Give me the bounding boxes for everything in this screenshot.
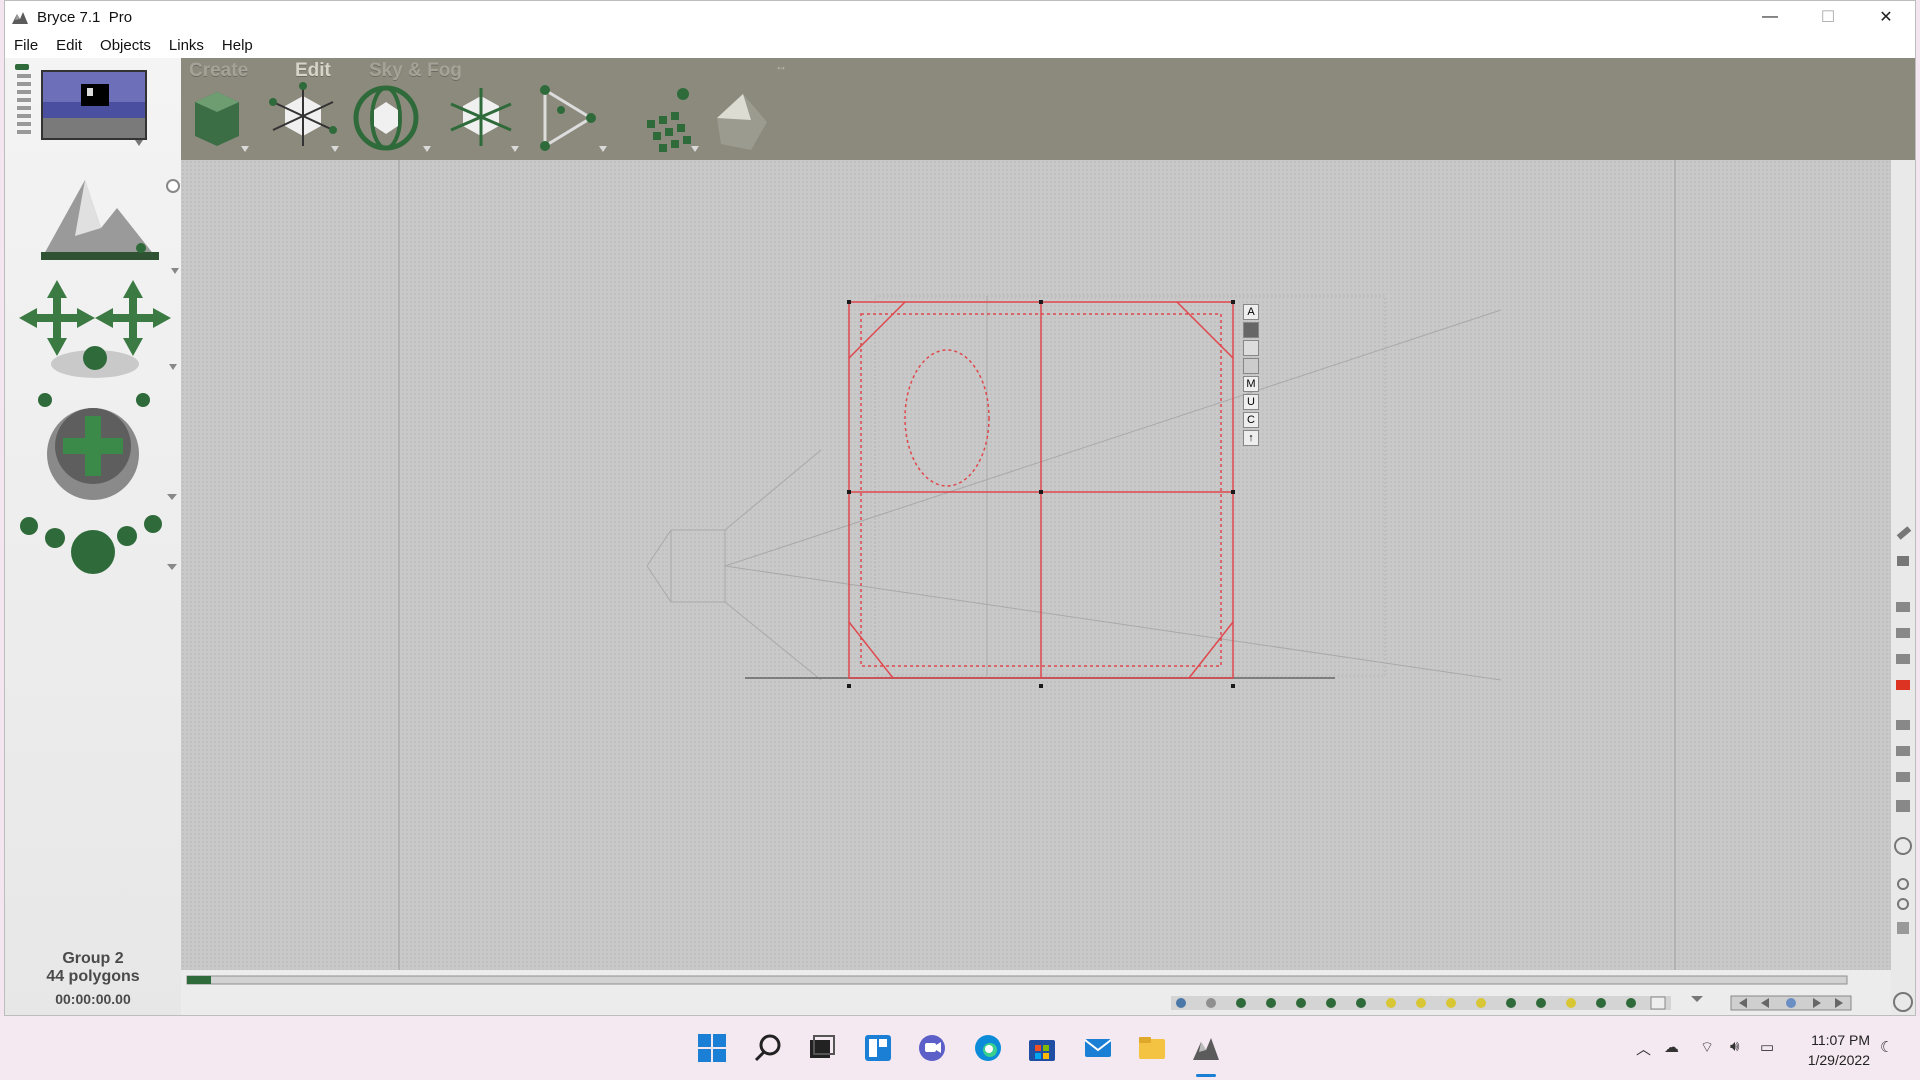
widgets-icon[interactable] bbox=[862, 1032, 894, 1064]
reposition-tool-icon[interactable] bbox=[450, 88, 519, 152]
menu-file[interactable]: File bbox=[5, 37, 47, 54]
sun-control-spheres[interactable] bbox=[20, 515, 177, 574]
land-button[interactable]: ↑ bbox=[1243, 430, 1259, 446]
convert-button[interactable]: C bbox=[1243, 412, 1259, 428]
menu-edit[interactable]: Edit bbox=[47, 37, 91, 54]
attributes-button[interactable]: A bbox=[1243, 304, 1259, 320]
grid-globe-icon[interactable] bbox=[1893, 992, 1913, 1012]
brush-icon[interactable] bbox=[1896, 526, 1912, 540]
start-icon[interactable] bbox=[696, 1032, 728, 1064]
target-button[interactable] bbox=[1243, 358, 1259, 374]
task-view-icon[interactable] bbox=[806, 1032, 838, 1064]
object-attributes-palette: A M U C ↑ bbox=[1243, 304, 1259, 446]
animation-timeline bbox=[181, 970, 1891, 1015]
monitor-icon[interactable] bbox=[1896, 800, 1910, 812]
menu-bar: File Edit Objects Links Help bbox=[5, 33, 1915, 57]
randomize-tool-icon[interactable] bbox=[647, 88, 699, 152]
camera-cross-controls[interactable] bbox=[19, 280, 177, 407]
time-scrubber-handle[interactable] bbox=[187, 976, 211, 984]
render-icon[interactable] bbox=[1896, 654, 1910, 664]
left-controls-art bbox=[15, 64, 180, 574]
window-title: Bryce 7.1 Pro bbox=[37, 8, 133, 26]
rotate-tool-icon[interactable] bbox=[353, 85, 431, 152]
create-toolbar: Create Edit Sky & Fog ↔ bbox=[181, 58, 1915, 160]
pan-hand-icon[interactable] bbox=[1897, 922, 1909, 934]
time-scrubber-track[interactable] bbox=[186, 975, 1848, 985]
windows-taskbar: ︿ ☁ ⌔ 🔊︎ ▭ 11:07 PM 1/29/2022 ☾ bbox=[0, 1016, 1920, 1080]
eraser-icon[interactable] bbox=[1897, 556, 1909, 566]
camera-wireframe[interactable] bbox=[646, 309, 1502, 681]
timeline-art bbox=[186, 975, 1852, 1011]
zoom-in-icon[interactable] bbox=[1897, 878, 1909, 890]
render-options-dot[interactable] bbox=[166, 179, 180, 193]
battery-icon[interactable]: ▭ bbox=[1760, 1038, 1774, 1056]
material-button[interactable]: M bbox=[1243, 376, 1259, 392]
zoom-out-icon[interactable] bbox=[1897, 898, 1909, 910]
camera-orbit-icon[interactable] bbox=[1894, 837, 1912, 855]
direct-camera-trackball[interactable] bbox=[47, 408, 177, 500]
record-icon[interactable] bbox=[1896, 680, 1910, 690]
bryce-app-icon bbox=[12, 12, 28, 24]
toolbar-grip[interactable]: ↔ bbox=[775, 59, 787, 73]
bryce-taskbar-icon[interactable] bbox=[1190, 1032, 1222, 1064]
system-clock[interactable]: 11:07 PM 1/29/2022 bbox=[1808, 1030, 1870, 1070]
wireframe-mode-icon[interactable] bbox=[1896, 720, 1910, 730]
search-icon[interactable] bbox=[752, 1032, 784, 1064]
volume-icon[interactable]: 🔊︎ bbox=[1730, 1038, 1739, 1055]
playback-controls[interactable] bbox=[1730, 995, 1852, 1011]
store-icon[interactable] bbox=[1026, 1032, 1058, 1064]
wireframe-viewport[interactable]: A M U C ↑ bbox=[181, 160, 1893, 970]
material-editor-icon[interactable] bbox=[195, 92, 249, 152]
wifi-icon[interactable]: ⌔ bbox=[1700, 1038, 1714, 1057]
resize-tool-icon[interactable] bbox=[269, 82, 339, 152]
link-button[interactable] bbox=[1243, 340, 1259, 356]
close-button[interactable]: ✕ bbox=[1857, 1, 1915, 33]
camera-trackball[interactable] bbox=[41, 180, 179, 274]
title-bar[interactable]: Bryce 7.1 Pro — ☐ ✕ bbox=[5, 1, 1915, 33]
onedrive-icon[interactable]: ☁ bbox=[1664, 1038, 1679, 1056]
object-conversion-icon[interactable] bbox=[717, 94, 767, 150]
ungroup-button[interactable]: U bbox=[1243, 394, 1259, 410]
active-app-indicator bbox=[1196, 1074, 1216, 1077]
memory-dots-menu-icon[interactable] bbox=[1691, 996, 1703, 1002]
nano-preview[interactable] bbox=[41, 70, 147, 146]
view-control-slider[interactable] bbox=[15, 64, 31, 134]
edit-tools-row: ↔ bbox=[195, 59, 787, 152]
family-button[interactable] bbox=[1243, 322, 1259, 338]
file-explorer-icon[interactable] bbox=[1136, 1032, 1168, 1064]
status-panel: Group 2 44 polygons 00:00:00.00 bbox=[5, 950, 181, 1008]
polygon-count-label: 44 polygons bbox=[46, 968, 140, 985]
edge-icon[interactable] bbox=[972, 1032, 1004, 1064]
menu-help[interactable]: Help bbox=[213, 37, 262, 54]
layer-icon[interactable] bbox=[1896, 772, 1910, 782]
chat-icon[interactable] bbox=[916, 1032, 948, 1064]
right-tool-strip bbox=[1891, 160, 1915, 1015]
minimize-button[interactable]: — bbox=[1741, 1, 1799, 33]
application-window: Bryce 7.1 Pro — ☐ ✕ File Edit Objects Li… bbox=[4, 0, 1916, 1016]
time-readout: 00:00:00.00 bbox=[55, 991, 131, 1007]
show-hidden-icons-icon[interactable]: ︿ bbox=[1636, 1038, 1651, 1059]
clock-time: 11:07 PM bbox=[1811, 1032, 1870, 1048]
maximize-button[interactable]: ☐ bbox=[1799, 1, 1857, 33]
shaded-mode-icon[interactable] bbox=[1896, 746, 1910, 756]
view-icon[interactable] bbox=[1896, 602, 1910, 612]
menu-links[interactable]: Links bbox=[160, 37, 213, 54]
bryce-workspace: Group 2 44 polygons 00:00:00.00 Create E… bbox=[5, 58, 1915, 1015]
align-tool-icon[interactable] bbox=[540, 85, 607, 152]
menu-objects[interactable]: Objects bbox=[91, 37, 160, 54]
display-icon[interactable] bbox=[1896, 628, 1910, 638]
object-name-label: Group 2 bbox=[62, 950, 124, 967]
clock-date: 1/29/2022 bbox=[1807, 1052, 1870, 1068]
left-control-panel: Group 2 44 polygons 00:00:00.00 bbox=[5, 58, 181, 1015]
bounding-box-back bbox=[874, 295, 1386, 677]
wireframe-scene[interactable] bbox=[181, 160, 1893, 970]
mail-icon[interactable] bbox=[1082, 1032, 1114, 1064]
right-tools-art bbox=[1893, 526, 1913, 1012]
memory-dots-palette[interactable] bbox=[1171, 996, 1671, 1010]
focus-assist-icon[interactable]: ☾ bbox=[1880, 1038, 1893, 1056]
